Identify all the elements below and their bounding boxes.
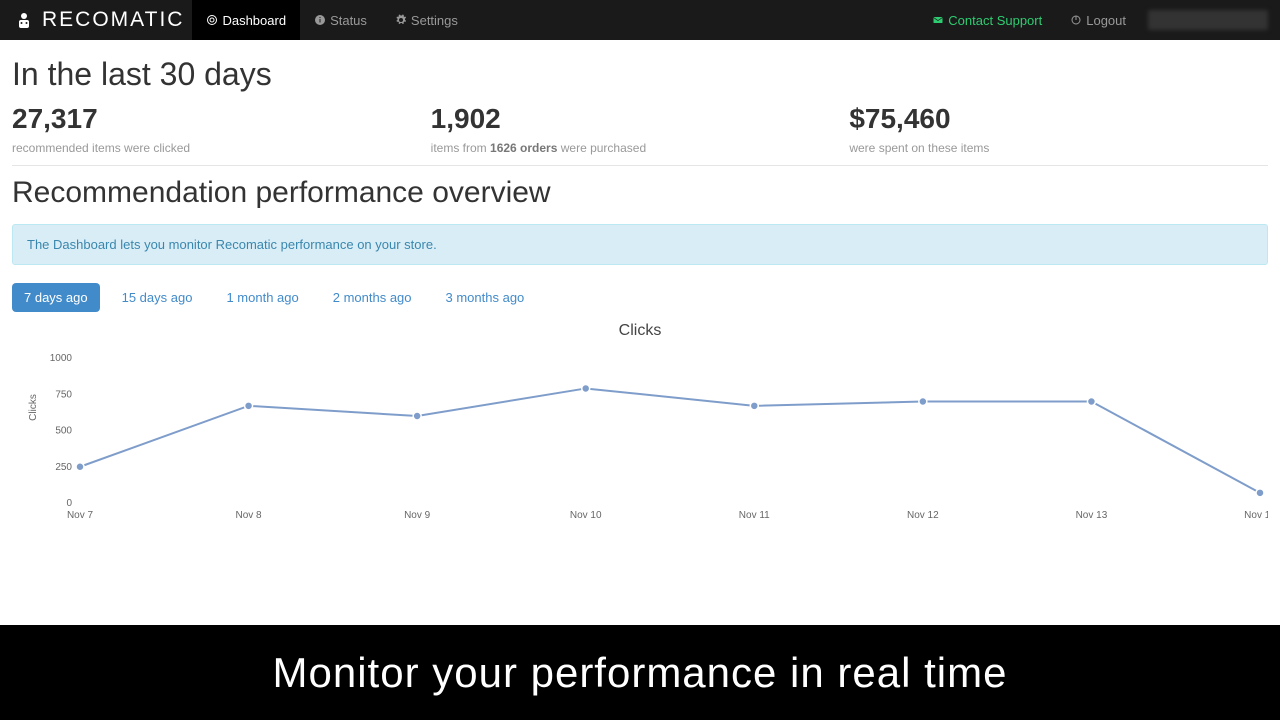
- power-icon: [1070, 14, 1082, 26]
- brand-logo[interactable]: RECOMATIC: [12, 8, 184, 32]
- gear-icon: [395, 14, 407, 26]
- page-title: In the last 30 days: [12, 56, 1268, 93]
- tab-15-days-ago[interactable]: 15 days ago: [110, 283, 205, 312]
- chart-svg: 0 250 500 750 1000 Nov 7 Nov 8 Nov 9 Nov 10 Nov 1…: [12, 348, 1268, 528]
- navbar: RECOMATIC Dashboard Status Settings Cont…: [0, 0, 1280, 40]
- svg-text:Nov 7: Nov 7: [67, 510, 94, 521]
- tab-7-days-ago[interactable]: 7 days ago: [12, 283, 100, 312]
- svg-text:Nov 14: Nov 14: [1244, 510, 1268, 521]
- nav-dashboard[interactable]: Dashboard: [192, 0, 300, 40]
- nav-settings[interactable]: Settings: [381, 0, 472, 40]
- tab-3-months-ago[interactable]: 3 months ago: [434, 283, 537, 312]
- svg-text:1000: 1000: [50, 353, 73, 364]
- svg-text:0: 0: [66, 498, 72, 509]
- brand-text: RECOMATIC: [42, 8, 184, 32]
- svg-text:Nov 12: Nov 12: [907, 510, 939, 521]
- svg-text:Nov 10: Nov 10: [570, 510, 602, 521]
- stat-purchases-desc: items from 1626 orders were purchased: [431, 141, 850, 155]
- footer-banner: Monitor your performance in real time: [0, 625, 1280, 720]
- time-range-tabs: 7 days ago 15 days ago 1 month ago 2 months…: [12, 283, 1268, 312]
- robot-icon: [12, 8, 36, 32]
- tab-2-months-ago[interactable]: 2 months ago: [321, 283, 424, 312]
- tab-1-month-ago[interactable]: 1 month ago: [214, 283, 310, 312]
- stat-revenue-desc: were spent on these items: [849, 141, 1268, 155]
- stat-revenue-value: $75,460: [849, 103, 1268, 135]
- svg-text:Nov 13: Nov 13: [1076, 510, 1108, 521]
- stats-row: 27,317 recommended items were clicked 1,…: [12, 103, 1268, 166]
- svg-text:500: 500: [55, 426, 72, 437]
- nav-status[interactable]: Status: [300, 0, 381, 40]
- y-axis-label: Clicks: [28, 394, 39, 421]
- svg-text:Nov 9: Nov 9: [404, 510, 431, 521]
- stat-clicks: 27,317 recommended items were clicked: [12, 103, 431, 155]
- stat-clicks-value: 27,317: [12, 103, 431, 135]
- svg-text:250: 250: [55, 462, 72, 473]
- stat-revenue: $75,460 were spent on these items: [849, 103, 1268, 155]
- overview-title: Recommendation performance overview: [12, 176, 1268, 210]
- stat-clicks-desc: recommended items were clicked: [12, 141, 431, 155]
- info-icon: [314, 14, 326, 26]
- chart-title: Clicks: [12, 322, 1268, 340]
- info-banner: The Dashboard lets you monitor Recomatic…: [12, 224, 1268, 265]
- nav-contact-support[interactable]: Contact Support: [918, 0, 1056, 40]
- svg-text:750: 750: [55, 389, 72, 400]
- svg-text:Nov 8: Nov 8: [236, 510, 263, 521]
- envelope-icon: [932, 14, 944, 26]
- nav-logout[interactable]: Logout: [1056, 0, 1140, 40]
- svg-text:Nov 11: Nov 11: [739, 510, 770, 521]
- target-icon: [206, 14, 218, 26]
- user-identity-redacted: [1148, 10, 1268, 30]
- clicks-chart: Clicks Clicks 0 250 500 750 1000 Nov 7 Nov 8 No…: [12, 322, 1268, 533]
- stat-purchases: 1,902 items from 1626 orders were purcha…: [431, 103, 850, 155]
- stat-purchases-value: 1,902: [431, 103, 850, 135]
